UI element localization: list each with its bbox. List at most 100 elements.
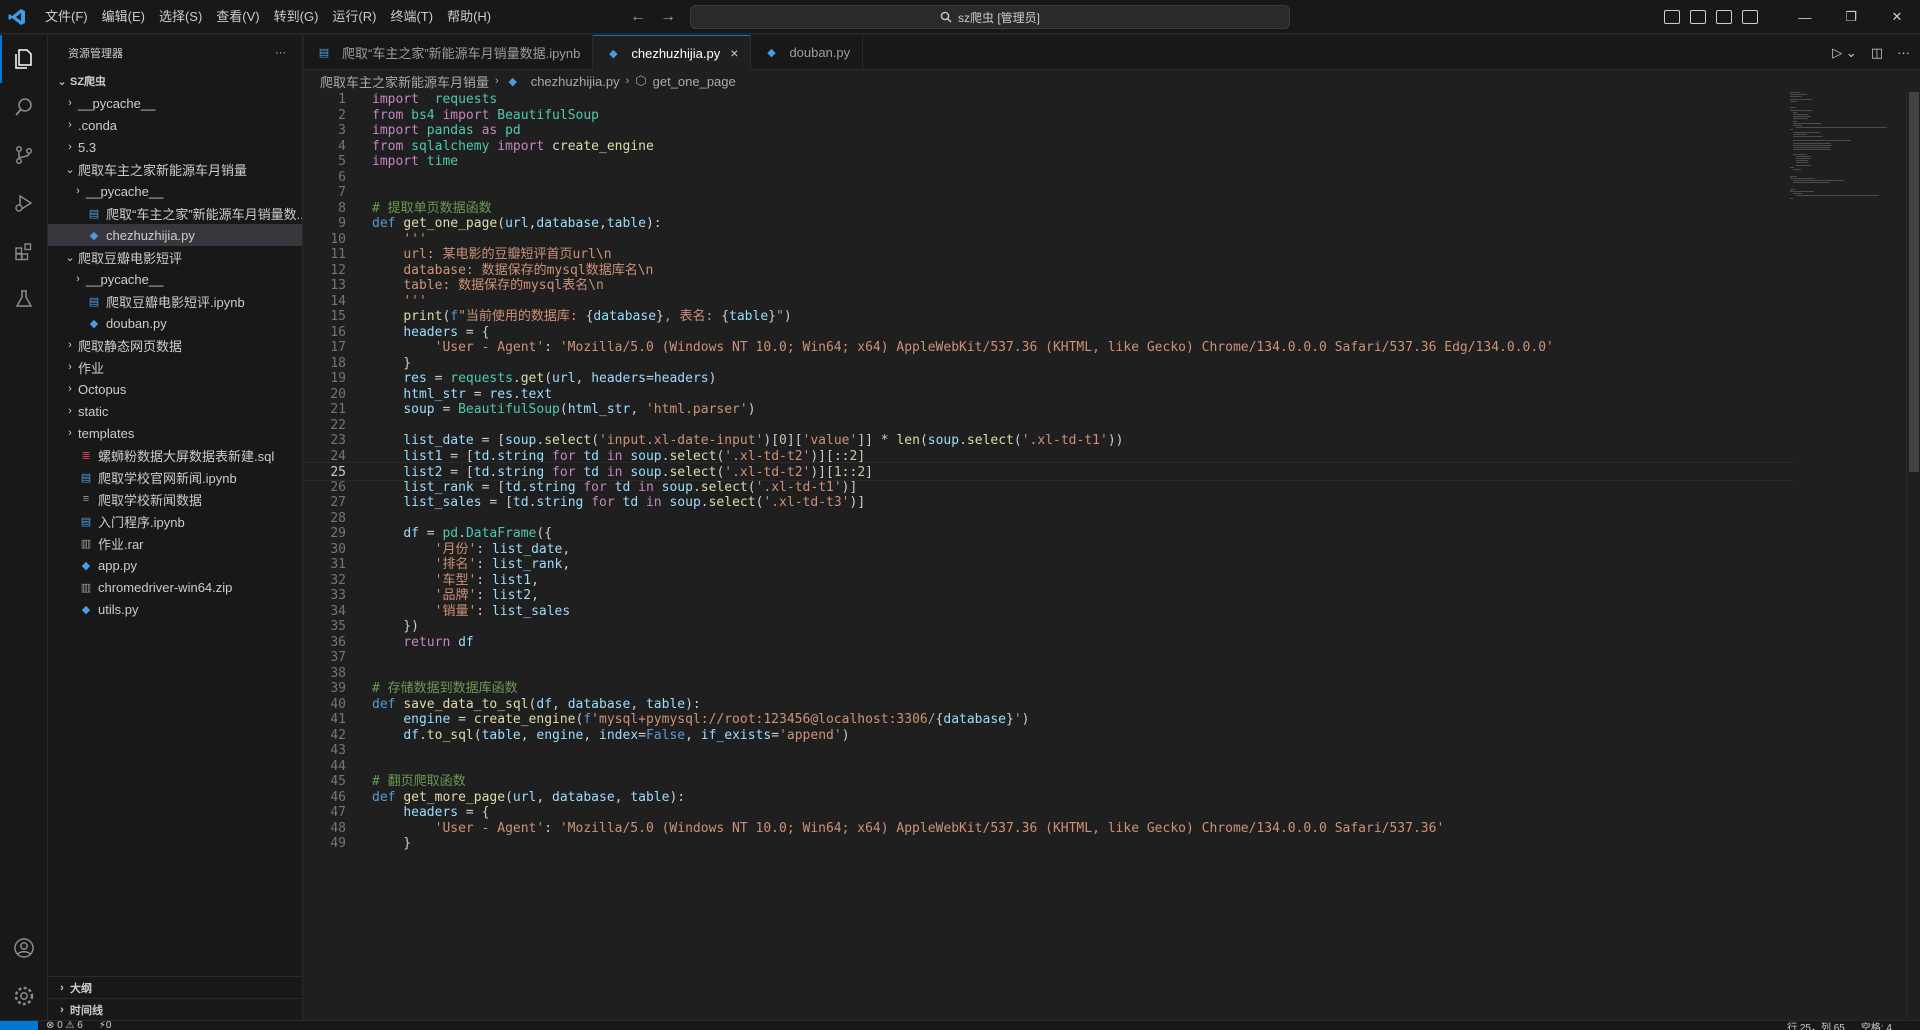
back-arrow-icon[interactable]: ← <box>630 8 646 26</box>
tab-notebook[interactable]: ▤ 爬取“车主之家”新能源车月销量数据.ipynb <box>304 35 594 70</box>
tree-folder[interactable]: ⌄ 爬取豆瓣电影短评 <box>48 246 302 268</box>
restore-button[interactable]: ❐ <box>1828 0 1874 34</box>
search-icon <box>940 11 952 23</box>
title-bar: 文件(F) 编辑(E) 选择(S) 查看(V) 转到(G) 运行(R) 终端(T) 帮助(H)… <box>0 0 1920 34</box>
minimap-line <box>1790 109 1813 111</box>
tab-chezhuzhijia[interactable]: ◆ chezhuzhijia.py × <box>593 35 752 70</box>
tree-item-label: chromedriver-win64.zip <box>98 579 233 595</box>
minimap-line <box>1796 162 1809 164</box>
tree-item-label: 爬取学校新闻数据 <box>98 492 203 508</box>
tree-folder[interactable]: › 作业 <box>48 356 302 378</box>
menu-item[interactable]: 查看(V) <box>209 0 266 34</box>
account-icon[interactable] <box>0 924 48 972</box>
indentation-status[interactable]: 空格: 4 <box>1853 1021 1900 1030</box>
timeline-section[interactable]: › 时间线 <box>48 998 303 1020</box>
minimize-button[interactable]: — <box>1782 0 1828 34</box>
minimap[interactable] <box>1790 92 1900 232</box>
minimap-line <box>1790 94 1808 96</box>
tree-folder[interactable]: › .conda <box>48 114 302 136</box>
outline-section[interactable]: › 大纲 <box>48 976 303 998</box>
breadcrumb-file[interactable]: chezhuzhijia.py <box>531 74 620 89</box>
python-file-icon: ◆ <box>81 603 91 616</box>
menu-item[interactable]: 选择(S) <box>152 0 209 34</box>
tree-folder[interactable]: › 5.3 <box>48 136 302 158</box>
tree-file[interactable]: ▤ 入门程序.ipynb <box>48 510 302 532</box>
ports-status[interactable]: ⚡0 <box>91 1021 120 1030</box>
customize-layout-icon[interactable] <box>1742 10 1758 24</box>
toggle-secondary-sidebar-icon[interactable] <box>1716 10 1732 24</box>
minimap-line <box>1790 166 1794 168</box>
tree-file[interactable]: ▤ 爬取学校官网新闻.ipynb <box>48 466 302 488</box>
tree-file[interactable]: ◆ chezhuzhijia.py <box>48 224 302 246</box>
tree-file[interactable]: ◆ utils.py <box>48 598 302 620</box>
breadcrumb-symbol[interactable]: get_one_page <box>653 74 736 89</box>
tree-item-label: templates <box>78 425 135 441</box>
tab-douban[interactable]: ◆ douban.py <box>751 35 864 70</box>
menu-item[interactable]: 终端(T) <box>383 0 440 34</box>
python-file-icon: ◆ <box>508 75 517 88</box>
notebook-file-icon: ▤ <box>318 47 330 59</box>
code-line[interactable]: 49 } <box>304 834 1794 853</box>
archive-file-icon: ▥ <box>80 537 92 550</box>
more-actions-icon[interactable]: ··· <box>1897 45 1910 60</box>
tree-file[interactable]: ≡ 爬取学校新闻数据 <box>48 488 302 510</box>
minimap-line <box>1793 193 1803 195</box>
run-python-file-icon[interactable]: ▷ ⌄ <box>1832 45 1857 61</box>
cursor-position[interactable]: 行 25，列 65 <box>1779 1021 1853 1030</box>
close-tab-icon[interactable]: × <box>730 45 738 61</box>
source-control-icon[interactable] <box>0 131 48 179</box>
chevron-right-icon: › <box>68 339 72 351</box>
extensions-icon[interactable] <box>0 227 48 275</box>
tree-file[interactable]: ◆ app.py <box>48 554 302 576</box>
menu-item[interactable]: 帮助(H) <box>440 0 498 34</box>
tree-folder[interactable]: › static <box>48 400 302 422</box>
search-icon[interactable] <box>0 83 48 131</box>
close-button[interactable]: ✕ <box>1874 0 1920 34</box>
tree-folder[interactable]: ⌄ 爬取车主之家新能源车月销量 <box>48 158 302 180</box>
tree-file[interactable]: ▥ chromedriver-win64.zip <box>48 576 302 598</box>
tree-file[interactable]: ◆ douban.py <box>48 312 302 334</box>
more-actions-icon[interactable]: ··· <box>275 47 286 59</box>
tree-folder[interactable]: › templates <box>48 422 302 444</box>
code-editor[interactable]: 1 import requests 2 from bs4 import Beautif… <box>304 92 1904 1018</box>
timeline-label: 时间线 <box>70 1004 103 1017</box>
tree-folder[interactable]: › 爬取静态网页数据 <box>48 334 302 356</box>
split-editor-icon[interactable]: ◫ <box>1871 45 1883 61</box>
python-file-icon: ◆ <box>767 47 776 59</box>
minimap-line <box>1793 116 1812 118</box>
tree-folder[interactable]: › __pycache__ <box>48 180 302 202</box>
forward-arrow-icon[interactable]: → <box>660 8 676 26</box>
archive-file-icon: ▥ <box>80 581 92 594</box>
tree-file[interactable]: ▤ 爬取“车主之家”新能源车月销量数... <box>48 202 302 224</box>
vscode-logo-icon <box>0 0 34 34</box>
problems-status[interactable]: ⊗ 0 ⚠ 6 <box>38 1021 91 1030</box>
menu-item[interactable]: 转到(G) <box>267 0 326 34</box>
tree-folder[interactable]: › Octopus <box>48 378 302 400</box>
breadcrumb-folder[interactable]: 爬取车主之家新能源车月销量 <box>320 72 489 91</box>
scrollbar-thumb[interactable] <box>1909 92 1919 472</box>
command-center-search[interactable]: sz爬虫 [管理员] <box>690 5 1290 29</box>
settings-gear-icon[interactable] <box>0 972 48 1020</box>
menu-item[interactable]: 编辑(E) <box>95 0 152 34</box>
remote-indicator-icon[interactable] <box>0 1021 38 1030</box>
menu-item[interactable]: 文件(F) <box>38 0 95 34</box>
testing-flask-icon[interactable] <box>0 275 48 323</box>
tree-file[interactable]: ≣ 螺蛳粉数据大屏数据表新建.sql <box>48 444 302 466</box>
tree-file[interactable]: ▥ 作业.rar <box>48 532 302 554</box>
tree-folder[interactable]: › __pycache__ <box>48 268 302 290</box>
run-and-debug-icon[interactable] <box>0 179 48 227</box>
workspace-root-label: SZ爬虫 <box>70 76 107 88</box>
chevron-down-icon: ⌄ <box>65 163 75 176</box>
tree-folder[interactable]: › __pycache__ <box>48 92 302 114</box>
toggle-panel-icon[interactable] <box>1690 10 1706 24</box>
workspace-root[interactable]: ⌄ SZ爬虫 <box>48 70 302 92</box>
minimap-line <box>1790 175 1798 177</box>
minimap-line <box>1793 153 1807 155</box>
toggle-primary-sidebar-icon[interactable] <box>1664 10 1680 24</box>
explorer-icon[interactable] <box>0 35 48 83</box>
python-file-icon: ◆ <box>89 317 99 330</box>
menu-item[interactable]: 运行(R) <box>325 0 383 34</box>
tree-file[interactable]: ▤ 爬取豆瓣电影短评.ipynb <box>48 290 302 312</box>
tree-item-label: utils.py <box>98 601 139 617</box>
editor-scrollbar[interactable] <box>1906 92 1920 1018</box>
